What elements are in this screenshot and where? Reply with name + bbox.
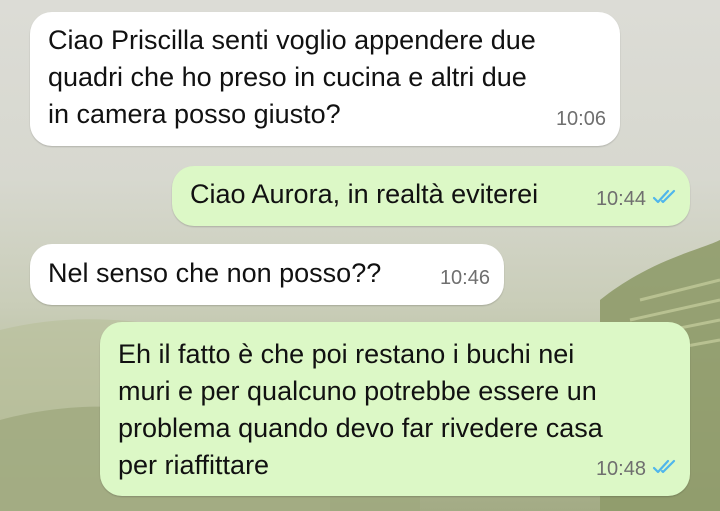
message-timestamp: 10:06 xyxy=(556,101,606,138)
message-timestamp: 10:44 xyxy=(596,181,678,218)
double-check-icon xyxy=(652,181,678,218)
timestamp-text: 10:06 xyxy=(555,108,606,130)
incoming-message[interactable]: Ciao Priscilla senti voglio appendere du… xyxy=(30,12,620,146)
timestamp-text: 10:48 xyxy=(595,458,646,480)
timestamp-text: 10:44 xyxy=(595,188,646,210)
timestamp-text: 10:46 xyxy=(439,267,490,289)
message-timestamp: 10:46 xyxy=(440,260,490,297)
message-text: Nel senso che non posso?? xyxy=(48,258,382,288)
message-timestamp: 10:48 xyxy=(596,451,678,488)
outgoing-message[interactable]: Ciao Aurora, in realtà eviterei 10:44 xyxy=(172,166,690,226)
incoming-message[interactable]: Nel senso che non posso?? 10:46 xyxy=(30,244,504,305)
message-text: Eh il fatto è che poi restano i buchi ne… xyxy=(118,339,603,480)
outgoing-message[interactable]: Eh il fatto è che poi restano i buchi ne… xyxy=(100,322,690,496)
double-check-icon xyxy=(652,451,678,488)
message-text: Ciao Priscilla senti voglio appendere du… xyxy=(48,25,536,129)
message-text: Ciao Aurora, in realtà eviterei xyxy=(190,179,539,209)
